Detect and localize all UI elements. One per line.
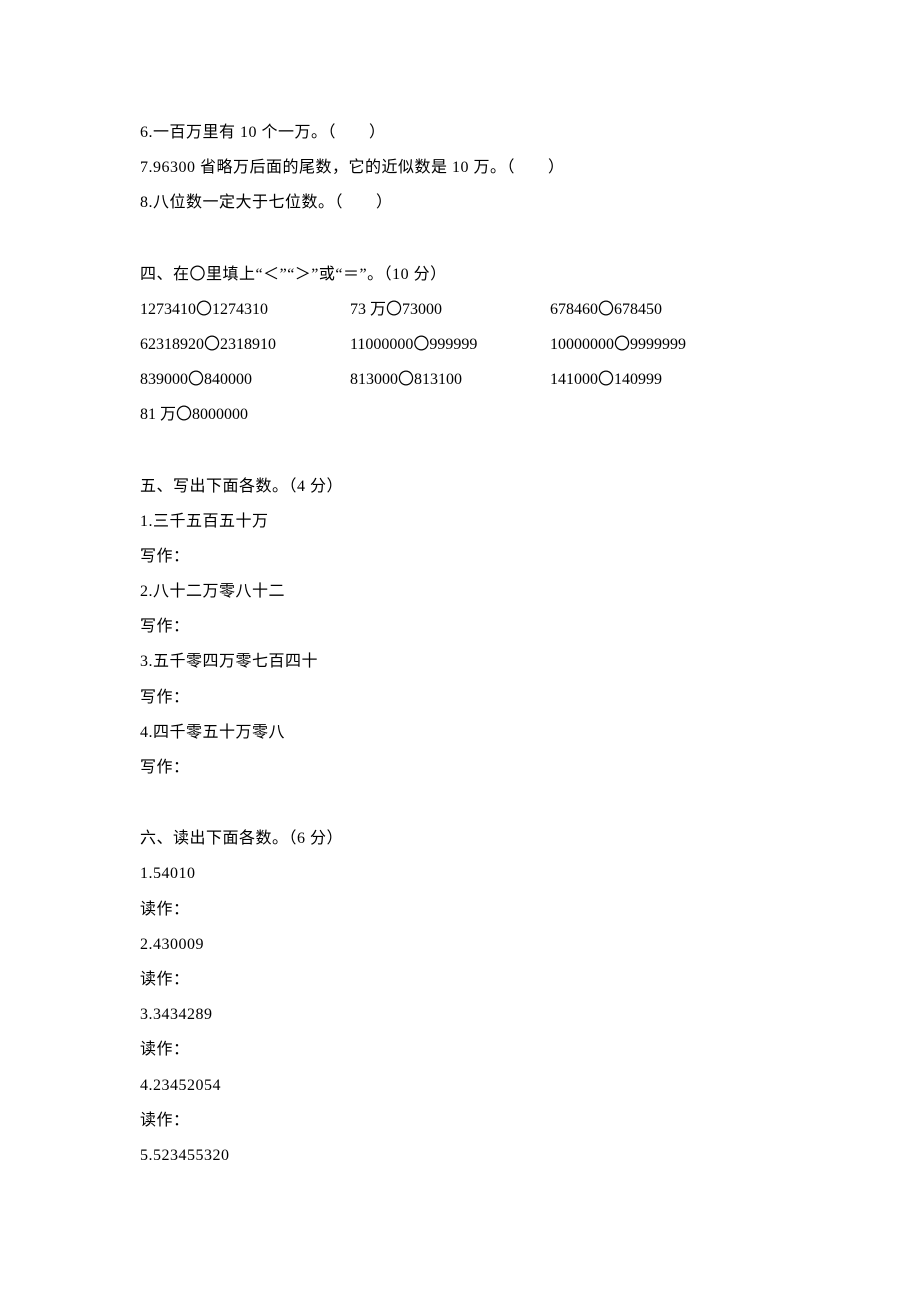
section6-q1: 1.54010 [140,856,780,891]
comp-cell: 81 万〇8000000 [140,397,350,432]
section6-q4: 4.23452054 [140,1068,780,1103]
comp-cell: 678460〇678450 [550,292,760,327]
comp-cell: 10000000〇9999999 [550,327,760,362]
section6-q5: 5.523455320 [140,1138,780,1173]
comp-cell: 11000000〇999999 [350,327,550,362]
comparison-row-3: 839000〇840000 813000〇813100 141000〇14099… [140,362,780,397]
comp-cell: 1273410〇1274310 [140,292,350,327]
judge-q6: 6.一百万里有 10 个一万。（ ） [140,115,780,150]
section6-q3: 3.3434289 [140,997,780,1032]
section5-q2-label: 写作： [140,609,780,644]
section5-q4: 4.四千零五十万零八 [140,715,780,750]
judge-q8: 8.八位数一定大于七位数。（ ） [140,185,780,220]
comp-cell: 141000〇140999 [550,362,760,397]
section5-q4-label: 写作： [140,750,780,785]
section6-q2: 2.430009 [140,927,780,962]
section5-q2: 2.八十二万零八十二 [140,574,780,609]
judge-q7: 7.96300 省略万后面的尾数，它的近似数是 10 万。（ ） [140,150,780,185]
section6-title: 六、读出下面各数。（6 分） [140,821,780,856]
section6-q1-label: 读作： [140,892,780,927]
comp-cell: 62318920〇2318910 [140,327,350,362]
section6-q2-label: 读作： [140,962,780,997]
comp-cell: 839000〇840000 [140,362,350,397]
section5-q1: 1.三千五百五十万 [140,504,780,539]
comparison-row-2: 62318920〇2318910 11000000〇999999 1000000… [140,327,780,362]
section5-q3: 3.五千零四万零七百四十 [140,644,780,679]
comp-cell: 73 万〇73000 [350,292,550,327]
section5-q3-label: 写作： [140,680,780,715]
comparison-row-4: 81 万〇8000000 [140,397,780,432]
section6-q4-label: 读作： [140,1103,780,1138]
section4-title: 四、在〇里填上“＜”“＞”或“＝”。（10 分） [140,257,780,292]
section5-title: 五、写出下面各数。（4 分） [140,469,780,504]
comp-cell: 813000〇813100 [350,362,550,397]
section6-q3-label: 读作： [140,1032,780,1067]
section5-q1-label: 写作： [140,539,780,574]
comparison-row-1: 1273410〇1274310 73 万〇73000 678460〇678450 [140,292,780,327]
